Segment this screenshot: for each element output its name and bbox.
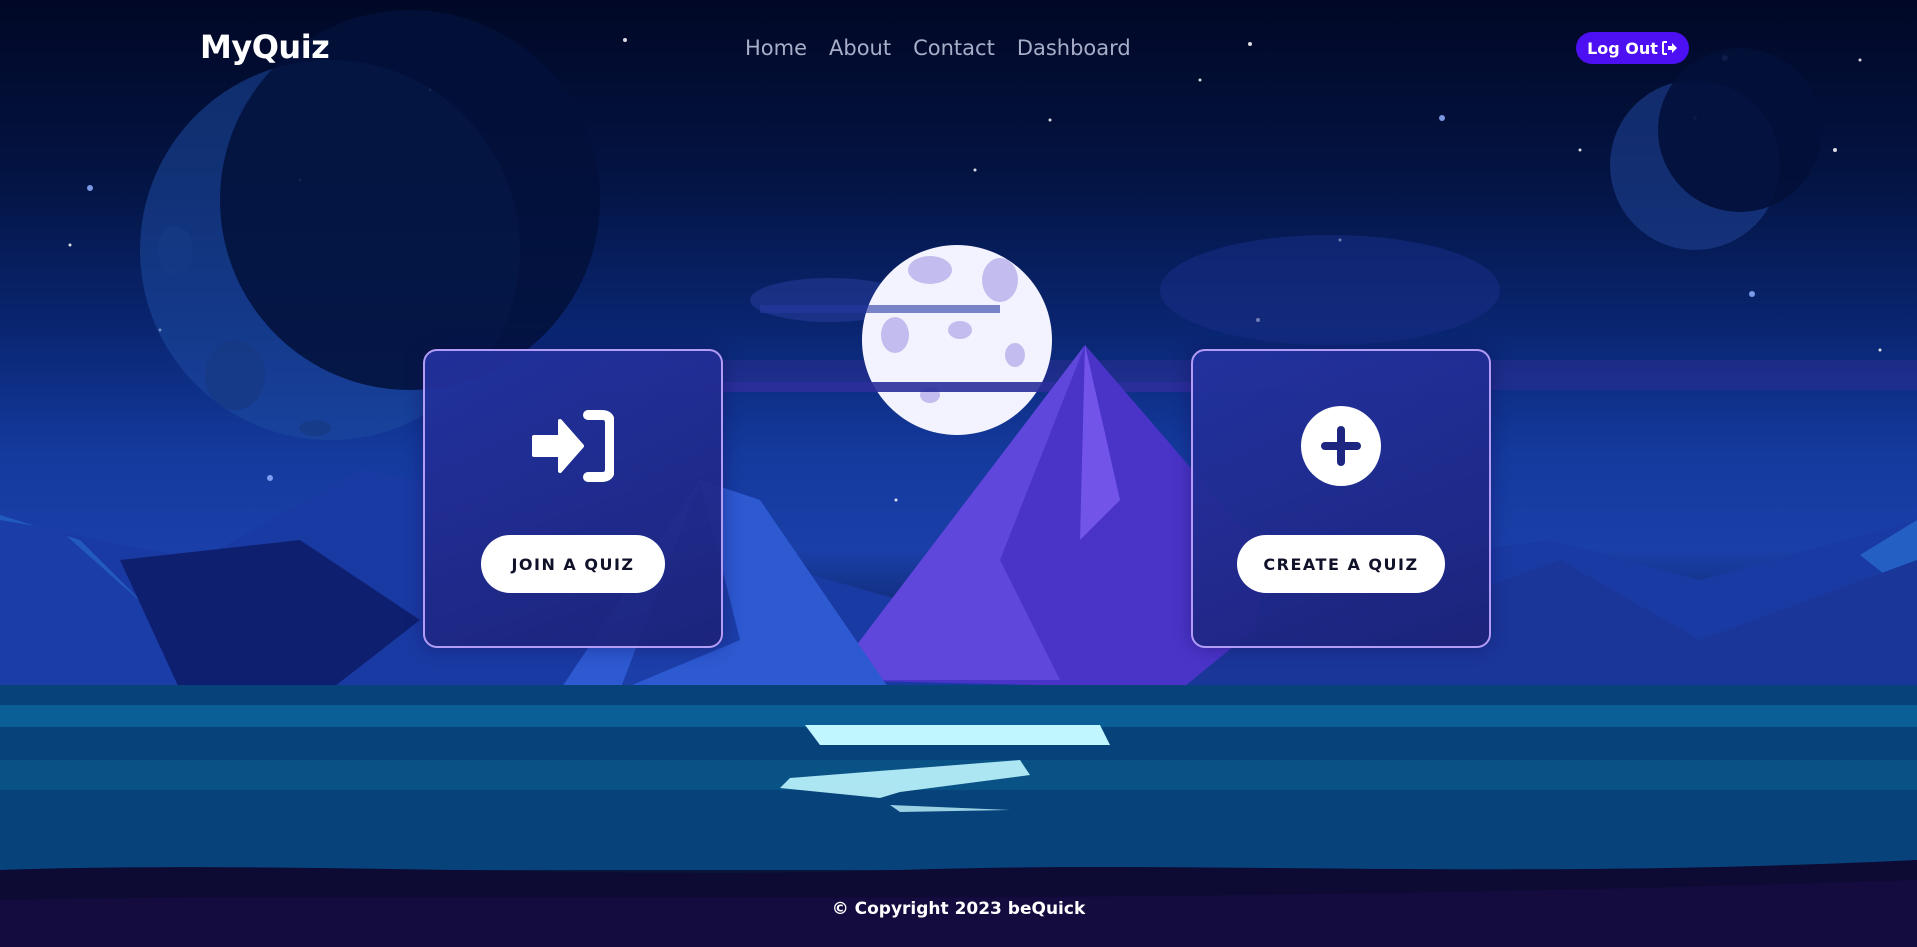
copyright-text: © Copyright 2023 beQuick	[831, 899, 1086, 919]
brand-logo[interactable]: MyQuiz	[200, 28, 330, 66]
nav-contact-link[interactable]: Contact	[913, 36, 995, 60]
logout-label: Log Out	[1587, 38, 1658, 58]
create-quiz-card: CREATE A QUIZ	[1191, 349, 1491, 648]
nav-links: Home About Contact Dashboard	[745, 36, 1131, 60]
plus-circle-icon	[1301, 406, 1381, 486]
join-quiz-button[interactable]: JOIN A QUIZ	[481, 535, 665, 593]
page-background: MyQuiz Home About Contact Dashboard Log …	[0, 0, 1917, 947]
create-quiz-button[interactable]: CREATE A QUIZ	[1237, 535, 1445, 593]
sign-in-icon	[532, 410, 614, 482]
sign-out-icon	[1661, 41, 1677, 55]
nav-home-link[interactable]: Home	[745, 36, 807, 60]
join-quiz-card: JOIN A QUIZ	[423, 349, 723, 648]
footer: © Copyright 2023 beQuick	[0, 899, 1917, 919]
top-navbar: MyQuiz Home About Contact Dashboard Log …	[0, 0, 1917, 96]
nav-about-link[interactable]: About	[829, 36, 891, 60]
nav-dashboard-link[interactable]: Dashboard	[1017, 36, 1131, 60]
night-landscape-illustration	[0, 10, 1917, 947]
logout-button[interactable]: Log Out	[1576, 32, 1689, 64]
